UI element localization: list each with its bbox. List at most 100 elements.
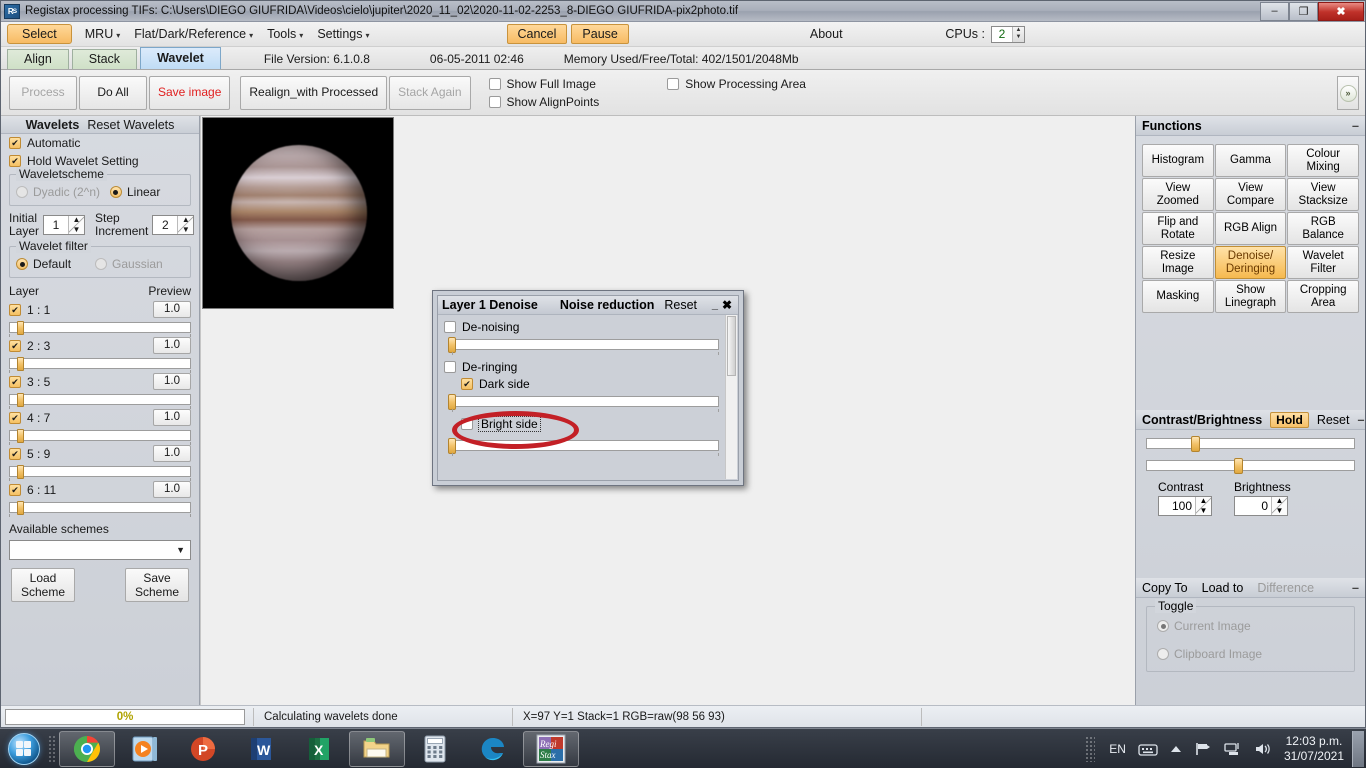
contrast-brightness-hold-button[interactable]: Hold [1270, 411, 1309, 428]
cancel-button[interactable]: Cancel [506, 24, 568, 44]
menu-item-mru[interactable]: MRU ▾ [78, 25, 127, 43]
layer-6-preview-value[interactable]: 1.0 [153, 481, 191, 498]
tab-stack[interactable]: Stack [71, 49, 138, 69]
minimize-button[interactable]: – [1260, 1, 1289, 21]
layer-6-slider-track[interactable] [9, 502, 191, 513]
chevron-down-icon[interactable]: ▼ [1272, 507, 1287, 515]
contrast-stepper[interactable]: 100 ▲ ▼ [1158, 496, 1212, 516]
bright-side-slider-thumb[interactable] [448, 438, 456, 454]
minimize-icon[interactable]: – [1352, 119, 1359, 133]
dark-side-slider-track[interactable] [452, 396, 719, 407]
menu-item-settings[interactable]: Settings ▾ [310, 25, 376, 43]
do-all-button[interactable]: Do All [79, 75, 147, 110]
layer-4-slider-thumb[interactable] [17, 429, 24, 443]
pause-button[interactable]: Pause [571, 24, 629, 44]
copy-to-button[interactable]: Copy To [1142, 581, 1188, 595]
layer-2-preview-value[interactable]: 1.0 [153, 337, 191, 354]
contrast-slider-thumb[interactable] [1191, 436, 1200, 452]
brightness-slider[interactable] [1146, 458, 1355, 474]
show-full-image-row[interactable]: Show Full Image [488, 77, 600, 91]
function-view-compare-button[interactable]: View Compare [1214, 178, 1287, 211]
brightness-slider-thumb[interactable] [1234, 458, 1243, 474]
taskbar-item-media-player[interactable] [117, 731, 173, 767]
layer-3-checkbox[interactable] [9, 375, 21, 388]
menu-item-flat-dark-reference[interactable]: Flat/Dark/Reference ▾ [127, 25, 260, 43]
denoising-slider-thumb[interactable] [448, 337, 456, 353]
volume-icon[interactable] [1254, 742, 1272, 756]
function-view-stacksize-button[interactable]: View Stacksize [1287, 178, 1359, 211]
chevron-down-icon[interactable]: ▼ [69, 226, 84, 234]
layer-4-preview-value[interactable]: 1.0 [153, 409, 191, 426]
initial-layer-stepper[interactable]: 1 ▲ ▼ [43, 215, 86, 235]
layer-6-slider[interactable] [9, 501, 191, 517]
layer-5-preview-value[interactable]: 1.0 [153, 445, 191, 462]
layer-6-checkbox[interactable] [9, 483, 21, 496]
function-gamma-button[interactable]: Gamma [1214, 144, 1287, 177]
function-resize-image-button[interactable]: Resize Image [1142, 246, 1214, 279]
chevron-up-icon[interactable]: ▲ [1196, 497, 1211, 505]
denoise-dialog[interactable]: Layer 1 Denoise Noise reduction Reset _ … [432, 290, 744, 486]
stack-again-button[interactable]: Stack Again [389, 75, 471, 110]
dark-side-slider-thumb[interactable] [448, 394, 456, 410]
function-view-zoomed-button[interactable]: View Zoomed [1142, 178, 1214, 211]
layer-5-slider-track[interactable] [9, 466, 191, 477]
maximize-button[interactable]: ❐ [1289, 1, 1318, 21]
taskbar-item-file-explorer[interactable] [349, 730, 405, 767]
available-schemes-dropdown[interactable]: ▼ [9, 540, 191, 560]
deringing-checkbox[interactable] [444, 361, 456, 373]
deringing-row[interactable]: De-ringing [444, 360, 719, 374]
load-scheme-button[interactable]: Load Scheme [11, 568, 75, 602]
save-scheme-button[interactable]: Save Scheme [125, 568, 189, 602]
process-button[interactable]: Process [9, 75, 77, 110]
function-flip-and-rotate-button[interactable]: Flip and Rotate [1142, 212, 1214, 245]
denoise-reset-button[interactable]: Reset [664, 298, 697, 312]
dark-side-row[interactable]: Dark side [461, 377, 719, 391]
function-show-linegraph-button[interactable]: Show Linegraph [1214, 280, 1287, 313]
taskbar-item-registax[interactable]: Regi Stax [523, 730, 579, 767]
layer-5-checkbox[interactable] [9, 447, 21, 460]
layer-2-slider[interactable] [9, 357, 191, 373]
step-increment-spin-arrows[interactable]: ▲ ▼ [177, 216, 194, 234]
layer-4-slider[interactable] [9, 429, 191, 445]
tab-wavelet[interactable]: Wavelet [140, 47, 221, 69]
show-full-image-checkbox[interactable] [488, 77, 501, 90]
jupiter-preview-image[interactable] [202, 117, 394, 309]
function-histogram-button[interactable]: Histogram [1142, 144, 1214, 177]
expand-panel-button[interactable]: » [1337, 76, 1359, 110]
function-denoise-deringing-button[interactable]: Denoise/ Deringing [1214, 246, 1287, 279]
function-cropping-area-button[interactable]: Cropping Area [1287, 280, 1359, 313]
taskbar-item-excel[interactable]: X [291, 731, 347, 767]
current-image-radio[interactable] [1157, 620, 1169, 632]
menu-select-button[interactable]: Select [7, 24, 72, 44]
show-alignpoints-row[interactable]: Show AlignPoints [488, 95, 599, 109]
network-icon[interactable] [1224, 742, 1242, 756]
contrast-brightness-reset-button[interactable]: Reset [1317, 413, 1350, 427]
bright-side-checkbox[interactable] [461, 418, 473, 430]
initial-layer-spin-arrows[interactable]: ▲ ▼ [68, 216, 85, 234]
save-image-button[interactable]: Save image [149, 75, 231, 110]
denoise-minimize-button[interactable]: _ [712, 299, 722, 311]
gaussian-filter-radio[interactable] [95, 258, 108, 270]
step-increment-stepper[interactable]: 2 ▲ ▼ [152, 215, 195, 235]
show-processing-area-row[interactable]: Show Processing Area [667, 77, 806, 91]
layer-1-checkbox[interactable] [9, 303, 21, 316]
chevron-up-icon[interactable]: ▲ [69, 216, 84, 224]
automatic-checkbox[interactable] [9, 137, 21, 149]
denoising-slider[interactable] [444, 337, 719, 355]
difference-button[interactable]: Difference [1257, 581, 1314, 595]
layer-3-preview-value[interactable]: 1.0 [153, 373, 191, 390]
chevron-down-icon[interactable]: ▼ [1013, 34, 1024, 42]
contrast-spin-arrows[interactable]: ▲ ▼ [1195, 497, 1211, 515]
layer-2-slider-track[interactable] [9, 358, 191, 369]
show-hidden-icons-button[interactable] [1170, 744, 1182, 754]
start-button[interactable] [2, 730, 46, 768]
show-alignpoints-checkbox[interactable] [488, 95, 501, 108]
layer-2-checkbox[interactable] [9, 339, 21, 352]
tab-align[interactable]: Align [7, 49, 69, 69]
clipboard-image-radio[interactable] [1157, 648, 1169, 660]
function-wavelet-filter-button[interactable]: Wavelet Filter [1287, 246, 1359, 279]
layer-3-slider[interactable] [9, 393, 191, 409]
bright-side-slider[interactable] [444, 438, 719, 456]
denoising-slider-track[interactable] [452, 339, 719, 350]
brightness-spin-arrows[interactable]: ▲ ▼ [1271, 497, 1287, 515]
